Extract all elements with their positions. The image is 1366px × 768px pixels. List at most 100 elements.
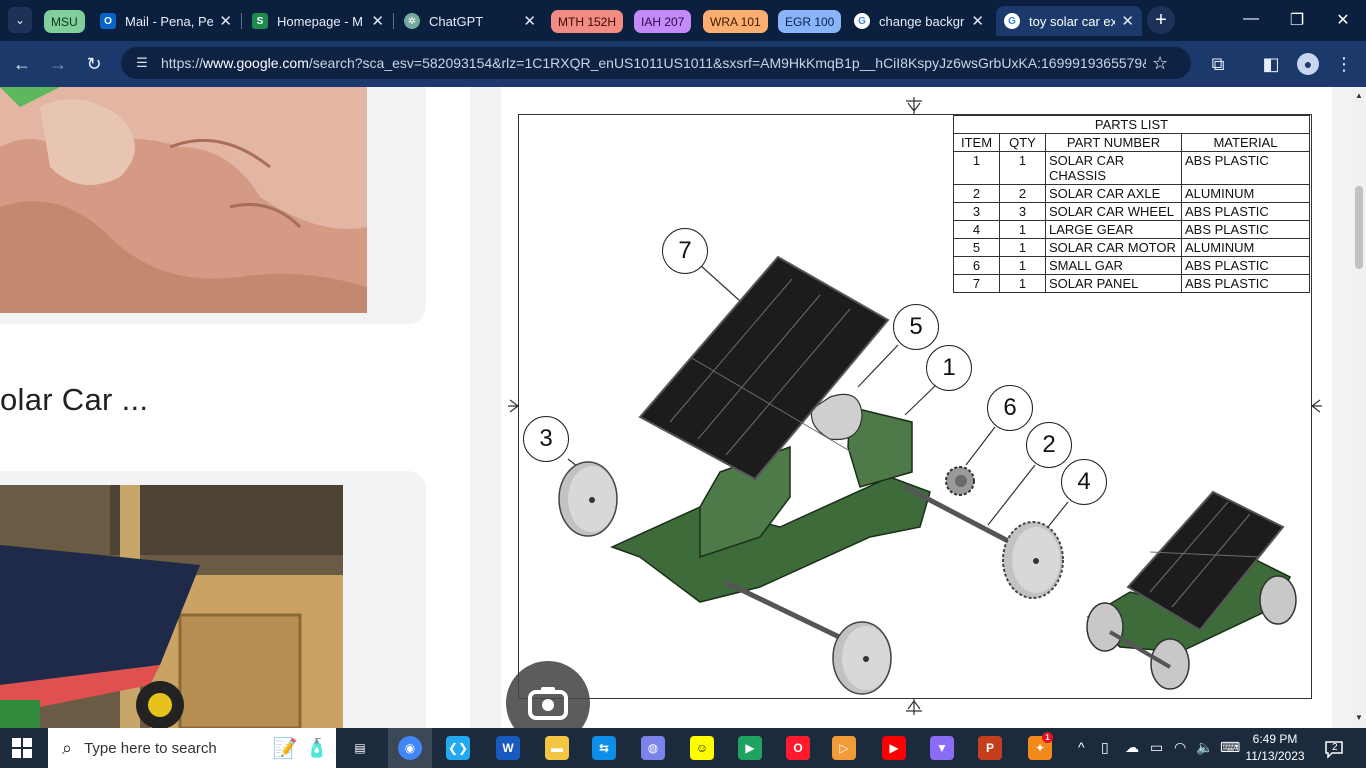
teamviewer-icon[interactable]: ⇆: [592, 736, 616, 760]
profile-button[interactable]: ●: [1296, 52, 1320, 76]
chrome-icon[interactable]: ◉: [398, 736, 422, 760]
tab-toy-solar-car[interactable]: G toy solar car ex ✕: [996, 6, 1142, 36]
bottle-icon: 🧴: [305, 737, 328, 758]
close-icon[interactable]: ✕: [1121, 12, 1134, 30]
chatgpt-icon: ✲: [404, 13, 420, 29]
parts-list-title: PARTS LIST: [953, 115, 1310, 134]
badge-count: 1: [1042, 732, 1053, 743]
extensions-button[interactable]: ⧉: [1206, 52, 1230, 76]
chat-icon[interactable]: ◍: [641, 736, 665, 760]
kebab-menu-icon: ⋮: [1335, 53, 1353, 74]
google-icon: G: [1004, 13, 1020, 29]
keyboard-icon[interactable]: ⌨: [1220, 739, 1240, 756]
tab-group-iah207[interactable]: IAH 207: [634, 10, 692, 33]
system-clock[interactable]: 6:49 PM 11/13/2023: [1245, 731, 1305, 765]
close-icon[interactable]: ✕: [523, 12, 536, 30]
vpn-icon[interactable]: ▼: [930, 736, 954, 760]
page-content: olar Car ... PARTS LIST ITEM QTY PART NU…: [0, 87, 1366, 728]
game-icon[interactable]: ✦ 1: [1028, 732, 1053, 760]
callout-7: 7: [662, 228, 708, 274]
word-icon[interactable]: W: [496, 736, 520, 760]
tab-chatgpt[interactable]: ✲ ChatGPT ✕: [396, 6, 544, 36]
google-icon: G: [854, 13, 870, 29]
table-row: 3 3 SOLAR CAR WHEEL ABS PLASTIC: [953, 202, 1310, 221]
scroll-down-icon[interactable]: ▼: [1355, 713, 1363, 722]
address-bar[interactable]: ☰ https://www.google.com/search?sca_esv=…: [121, 47, 1191, 79]
vscode-icon[interactable]: ❮❯: [446, 736, 470, 760]
tab-mail[interactable]: O Mail - Pena, Pet ✕: [92, 6, 240, 36]
tab-group-wra101[interactable]: WRA 101: [703, 10, 768, 33]
chevron-down-icon: ⌄: [14, 13, 26, 27]
snapchat-icon[interactable]: ☺: [690, 736, 714, 760]
scroll-up-icon[interactable]: ▲: [1355, 91, 1363, 100]
opera-icon[interactable]: O: [786, 736, 810, 760]
windows-taskbar: ⌕ Type here to search 📝 🧴 ▤ ◉ ❮❯ W ▬ ⇆ ◍ ☺ ▶ O ▷ ▶ ▼…: [0, 728, 1366, 768]
tab-separator: [393, 13, 394, 29]
close-icon[interactable]: ✕: [971, 12, 984, 30]
powerpoint-icon[interactable]: P: [978, 736, 1002, 760]
avatar-icon: ●: [1297, 53, 1319, 75]
solar-car-exploded-view: [558, 255, 1064, 695]
onedrive-icon[interactable]: ☁: [1125, 739, 1139, 756]
phone-link-icon[interactable]: ▯: [1101, 739, 1109, 756]
youtube-music-icon[interactable]: ▶: [882, 736, 906, 760]
parts-list-header: ITEM QTY PART NUMBER MATERIAL: [953, 133, 1310, 152]
search-highlight-icon: 📝: [272, 737, 298, 760]
puzzle-icon: ⧉: [1211, 53, 1225, 74]
show-hidden-icons[interactable]: ^: [1078, 739, 1085, 755]
callout-4: 4: [1061, 459, 1107, 505]
media-player-icon[interactable]: ▷: [832, 736, 856, 760]
sheets-icon: S: [252, 13, 268, 29]
tab-group-msu[interactable]: MSU: [44, 10, 85, 33]
close-icon[interactable]: ✕: [371, 12, 384, 30]
tab-homepage[interactable]: S Homepage - M ✕: [244, 6, 392, 36]
page-scrollbar[interactable]: ▲ ▼: [1352, 87, 1366, 728]
side-panel-icon: ◧: [1262, 53, 1280, 74]
table-row: 2 2 SOLAR CAR AXLE ALUMINUM: [953, 184, 1310, 203]
tab-change-background[interactable]: G change backgr ✕: [846, 6, 992, 36]
site-info-icon[interactable]: ☰: [127, 55, 157, 71]
new-tab-button[interactable]: +: [1147, 6, 1175, 34]
reload-button[interactable]: ↻: [82, 52, 106, 76]
callout-5: 5: [893, 304, 939, 350]
lens-camera-icon: [528, 687, 568, 720]
assembled-car-view: [1086, 490, 1297, 690]
callout-3: 3: [523, 416, 569, 462]
url-text[interactable]: https://www.google.com/search?sca_esv=58…: [161, 55, 1146, 71]
outlook-icon: O: [100, 13, 116, 29]
start-button[interactable]: [12, 738, 32, 763]
scrollbar-thumb[interactable]: [1355, 186, 1363, 269]
reload-icon: ↻: [86, 53, 102, 74]
battery-icon[interactable]: ▭: [1150, 739, 1163, 756]
bookmark-star-icon[interactable]: ☆: [1152, 53, 1168, 74]
back-button[interactable]: ←: [10, 52, 34, 76]
close-window-button[interactable]: ✕: [1328, 10, 1358, 30]
arrow-right-icon: →: [49, 53, 67, 74]
close-icon[interactable]: ✕: [219, 12, 232, 30]
volume-icon[interactable]: 🔈: [1196, 739, 1213, 756]
callout-6: 6: [987, 385, 1033, 431]
menu-button[interactable]: ⋮: [1332, 52, 1356, 76]
side-panel-button[interactable]: ◧: [1259, 52, 1283, 76]
google-meet-icon[interactable]: ▶: [738, 736, 762, 760]
wifi-icon[interactable]: ◠: [1174, 739, 1186, 756]
taskbar-search[interactable]: ⌕ Type here to search 📝 🧴: [48, 728, 336, 768]
parts-list-table: PARTS LIST ITEM QTY PART NUMBER MATERIAL…: [953, 115, 1310, 293]
minimize-button[interactable]: —: [1236, 10, 1266, 28]
file-explorer-icon[interactable]: ▬: [545, 736, 569, 760]
forward-button[interactable]: →: [46, 52, 70, 76]
tab-search-button[interactable]: ⌄: [8, 7, 32, 33]
tab-separator: [241, 13, 242, 29]
plus-icon: +: [1155, 8, 1167, 31]
tab-group-mth152h[interactable]: MTH 152H: [551, 10, 624, 33]
tab-group-egr100[interactable]: EGR 100: [778, 10, 842, 33]
callout-2: 2: [1026, 422, 1072, 468]
table-row: 1 1 SOLAR CAR CHASSIS ABS PLASTIC: [953, 151, 1310, 185]
callout-1: 1: [926, 345, 972, 391]
restore-button[interactable]: ❐: [1282, 10, 1312, 30]
tab-strip: ⌄ MSU O Mail - Pena, Pet ✕ S Homepage - …: [0, 0, 1366, 41]
notifications-button[interactable]: 2: [1324, 739, 1344, 759]
windows-logo-icon: [12, 738, 32, 758]
task-view-icon[interactable]: ▤: [348, 736, 372, 760]
table-row: 5 1 SOLAR CAR MOTOR ALUMINUM: [953, 238, 1310, 257]
